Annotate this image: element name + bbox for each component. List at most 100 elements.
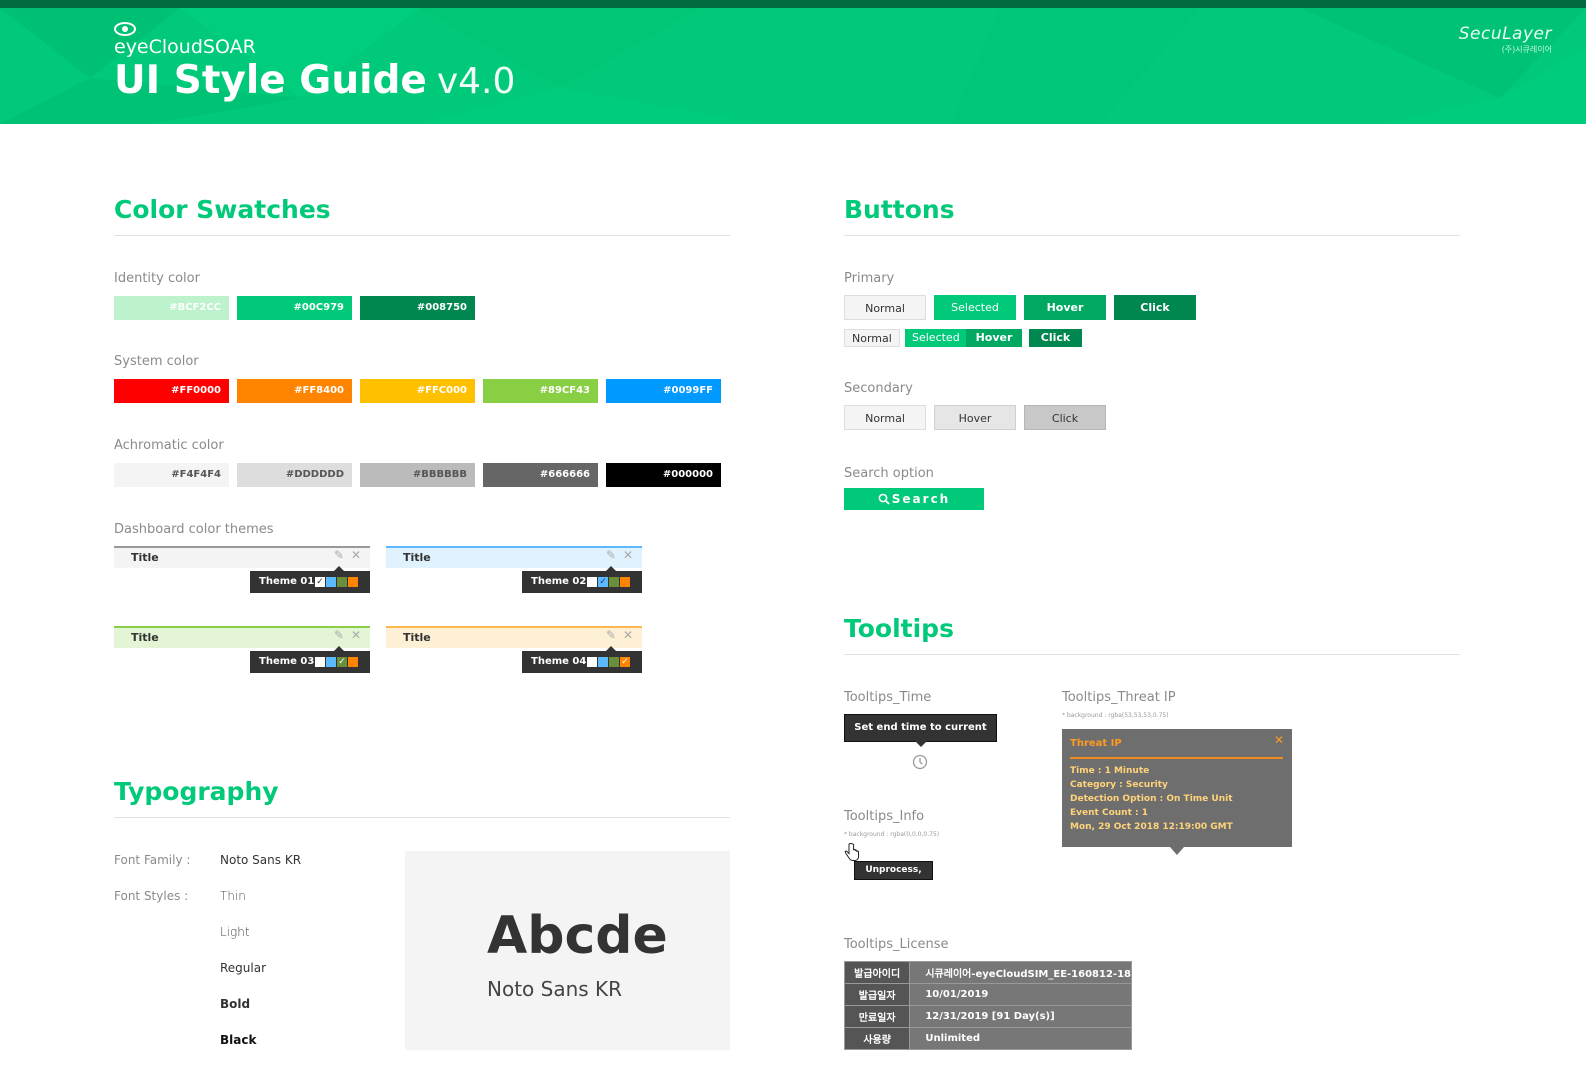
theme-picker-popup: Theme 01 ✓ bbox=[250, 566, 370, 593]
font-styles-label: Font Styles : bbox=[114, 889, 189, 903]
dashboard-theme-preview: Title ✎ ✕ Theme 04 ✓ bbox=[386, 626, 642, 674]
dashboard-themes-label: Dashboard color themes bbox=[114, 522, 274, 537]
theme-color-option[interactable] bbox=[326, 657, 336, 667]
secondary-hover-button[interactable]: Hover bbox=[934, 405, 1016, 430]
page-title-text: UI Style Guide bbox=[114, 58, 427, 103]
primary-click-button[interactable]: Click bbox=[1114, 295, 1196, 320]
threat-ip-title: Threat IP bbox=[1070, 738, 1283, 759]
secondary-label: Secondary bbox=[844, 381, 913, 396]
theme-color-option[interactable] bbox=[337, 577, 347, 587]
info-tooltip: Unprocess, 100% bbox=[854, 861, 933, 892]
theme-color-option[interactable] bbox=[609, 657, 619, 667]
secondary-click-button[interactable]: Click bbox=[1024, 405, 1106, 430]
primary-selected-small-button[interactable]: Selected bbox=[905, 329, 967, 347]
theme-name: Theme 04 bbox=[531, 656, 587, 667]
primary-hover-button[interactable]: Hover bbox=[1024, 295, 1106, 320]
color-swatch: #F4F4F4 bbox=[114, 463, 229, 487]
theme-color-option[interactable] bbox=[620, 577, 630, 587]
theme-picker-popup: Theme 02 ✓ bbox=[522, 566, 642, 593]
section-divider bbox=[114, 817, 730, 818]
license-value: 시큐레이어-eyeCloudSIM_EE-160812-18 bbox=[909, 961, 1132, 984]
threat-row-category: Category : Security bbox=[1070, 780, 1168, 790]
search-button-label: Search bbox=[891, 492, 951, 506]
color-swatch: #BCF2CC bbox=[114, 296, 229, 320]
theme-color-option[interactable] bbox=[348, 657, 358, 667]
primary-normal-button[interactable]: Normal bbox=[844, 295, 926, 320]
license-value: 12/31/2019 [91 Day(s)] bbox=[909, 1005, 1132, 1028]
font-preview-box: Abcde Noto Sans KR bbox=[405, 851, 730, 1050]
primary-normal-small-button[interactable]: Normal bbox=[844, 329, 900, 347]
theme-name: Theme 03 bbox=[259, 656, 315, 667]
edit-icon[interactable]: ✎ bbox=[606, 628, 616, 642]
system-color-label: System color bbox=[114, 354, 199, 369]
company-logo: SecuLayer (주)시큐레이어 bbox=[1448, 24, 1552, 55]
color-swatches-heading: Color Swatches bbox=[114, 195, 331, 224]
threat-ip-tooltip: Threat IP ✕ Time : 1 Minute Category : S… bbox=[1062, 729, 1292, 855]
color-swatch: #FF8400 bbox=[237, 379, 352, 403]
color-swatch: #000000 bbox=[606, 463, 721, 487]
widget-title: Title bbox=[386, 626, 642, 648]
search-option-label: Search option bbox=[844, 466, 934, 481]
secondary-normal-button[interactable]: Normal bbox=[844, 405, 926, 430]
header-banner: eyeCloudSOAR UI Style Guide v4.0 SecuLaye… bbox=[0, 0, 1586, 124]
license-key: 사용량 bbox=[843, 1027, 911, 1050]
edit-icon[interactable]: ✎ bbox=[334, 548, 344, 562]
tooltip-time-label: Tooltips_Time bbox=[844, 690, 932, 705]
theme-color-option[interactable]: ✓ bbox=[620, 657, 630, 667]
edit-icon[interactable]: ✎ bbox=[334, 628, 344, 642]
close-icon[interactable]: ✕ bbox=[623, 628, 633, 642]
edit-icon[interactable]: ✎ bbox=[606, 548, 616, 562]
color-swatch: #89CF43 bbox=[483, 379, 598, 403]
close-icon[interactable]: ✕ bbox=[351, 628, 361, 642]
color-swatch: #008750 bbox=[360, 296, 475, 320]
brand-name: eyeCloudSOAR bbox=[114, 36, 256, 58]
widget-title: Title bbox=[114, 546, 370, 568]
typography-heading: Typography bbox=[114, 777, 279, 806]
widget-title: Title bbox=[114, 626, 370, 648]
theme-color-option[interactable] bbox=[587, 657, 597, 667]
color-swatch: #BBBBBB bbox=[360, 463, 475, 487]
theme-picker-popup: Theme 03 ✓ bbox=[250, 646, 370, 673]
table-row: 사용량 Unlimited bbox=[843, 1027, 1132, 1050]
color-swatch: #FF0000 bbox=[114, 379, 229, 403]
primary-hover-small-button[interactable]: Hover bbox=[966, 329, 1022, 347]
theme-color-option[interactable] bbox=[587, 577, 597, 587]
theme-color-option[interactable] bbox=[598, 657, 608, 667]
company-name: SecuLayer bbox=[1458, 24, 1552, 44]
theme-color-option[interactable] bbox=[609, 577, 619, 587]
threat-row-detection: Detection Option : On Time Unit bbox=[1070, 794, 1233, 804]
close-icon[interactable]: ✕ bbox=[1274, 733, 1284, 747]
search-button[interactable]: Search bbox=[844, 488, 984, 510]
close-icon[interactable]: ✕ bbox=[623, 548, 633, 562]
clock-icon[interactable] bbox=[912, 754, 928, 770]
tooltips-heading: Tooltips bbox=[844, 614, 954, 643]
theme-name: Theme 02 bbox=[531, 576, 587, 587]
version-label: v4.0 bbox=[436, 61, 516, 102]
license-tooltip-table: 발급아이디 시큐레이어-eyeCloudSIM_EE-160812-18 발급일자… bbox=[843, 961, 1132, 1050]
theme-color-option[interactable] bbox=[315, 657, 325, 667]
section-divider bbox=[844, 235, 1460, 236]
font-family-value: Noto Sans KR bbox=[220, 853, 302, 867]
widget-title: Title bbox=[386, 546, 642, 568]
theme-color-option[interactable]: ✓ bbox=[337, 657, 347, 667]
theme-picker-popup: Theme 04 ✓ bbox=[522, 646, 642, 673]
section-divider bbox=[844, 654, 1460, 655]
color-swatch: #FFC000 bbox=[360, 379, 475, 403]
license-key: 발급아이디 bbox=[843, 961, 911, 984]
tooltip-threat-label: Tooltips_Threat IP bbox=[1062, 690, 1176, 705]
license-value: 10/01/2019 bbox=[909, 983, 1132, 1006]
theme-color-option[interactable] bbox=[326, 577, 336, 587]
theme-color-option[interactable]: ✓ bbox=[598, 577, 608, 587]
table-row: 발급일자 10/01/2019 bbox=[843, 983, 1132, 1006]
primary-click-small-button[interactable]: Click bbox=[1029, 329, 1082, 347]
theme-color-option[interactable] bbox=[348, 577, 358, 587]
theme-color-option[interactable]: ✓ bbox=[315, 577, 325, 587]
primary-selected-button[interactable]: Selected bbox=[934, 295, 1016, 320]
font-style-thin: Thin bbox=[220, 889, 246, 903]
close-icon[interactable]: ✕ bbox=[351, 548, 361, 562]
dashboard-theme-preview: Title ✎ ✕ Theme 02 ✓ bbox=[386, 546, 642, 594]
identity-color-label: Identity color bbox=[114, 271, 200, 286]
dashboard-theme-preview: Title ✎ ✕ Theme 01 ✓ bbox=[114, 546, 370, 594]
font-preview-sample: Abcde bbox=[487, 906, 668, 966]
company-sub: (주)시큐레이어 bbox=[1501, 45, 1552, 54]
